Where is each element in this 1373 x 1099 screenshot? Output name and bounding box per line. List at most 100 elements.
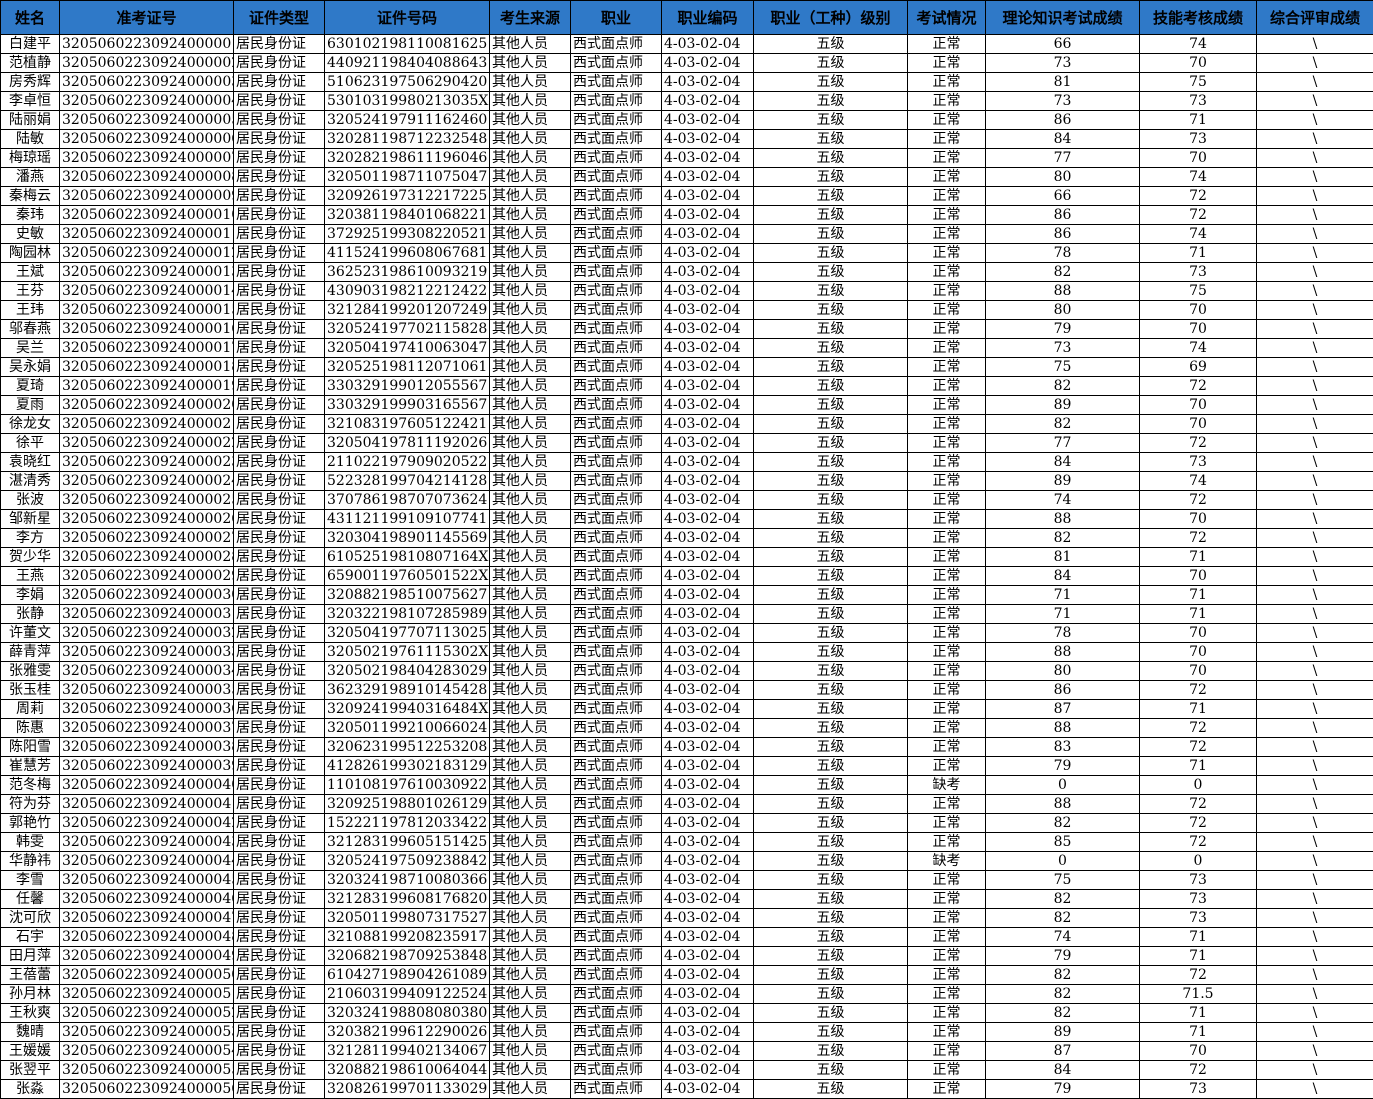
cell-id-no[interactable]: 320504197811192026 bbox=[325, 434, 490, 453]
cell-occupation-code[interactable]: 4-03-02-04 bbox=[662, 605, 754, 624]
cell-theory-score[interactable]: 71 bbox=[986, 586, 1140, 605]
cell-review-score[interactable]: \ bbox=[1257, 263, 1373, 282]
cell-source[interactable]: 其他人员 bbox=[490, 909, 571, 928]
cell-name[interactable]: 徐平 bbox=[1, 434, 60, 453]
cell-source[interactable]: 其他人员 bbox=[490, 339, 571, 358]
cell-id-type[interactable]: 居民身份证 bbox=[234, 1004, 325, 1023]
cell-id-type[interactable]: 居民身份证 bbox=[234, 548, 325, 567]
cell-review-score[interactable]: \ bbox=[1257, 472, 1373, 491]
cell-level[interactable]: 五级 bbox=[754, 643, 908, 662]
cell-level[interactable]: 五级 bbox=[754, 795, 908, 814]
cell-occupation-code[interactable]: 4-03-02-04 bbox=[662, 966, 754, 985]
cell-skill-score[interactable]: 70 bbox=[1140, 54, 1257, 73]
cell-review-score[interactable]: \ bbox=[1257, 168, 1373, 187]
cell-theory-score[interactable]: 88 bbox=[986, 643, 1140, 662]
cell-status[interactable]: 正常 bbox=[908, 206, 986, 225]
cell-source[interactable]: 其他人员 bbox=[490, 415, 571, 434]
cell-id-no[interactable]: 320381198401068221 bbox=[325, 206, 490, 225]
cell-theory-score[interactable]: 75 bbox=[986, 358, 1140, 377]
cell-level[interactable]: 五级 bbox=[754, 548, 908, 567]
cell-review-score[interactable]: \ bbox=[1257, 871, 1373, 890]
cell-review-score[interactable]: \ bbox=[1257, 776, 1373, 795]
cell-status[interactable]: 正常 bbox=[908, 434, 986, 453]
cell-occupation[interactable]: 西式面点师 bbox=[571, 225, 662, 244]
cell-skill-score[interactable]: 73 bbox=[1140, 909, 1257, 928]
cell-ticket-no[interactable]: 32050602230924000026 bbox=[60, 510, 234, 529]
cell-name[interactable]: 魏晴 bbox=[1, 1023, 60, 1042]
cell-occupation-code[interactable]: 4-03-02-04 bbox=[662, 187, 754, 206]
cell-id-type[interactable]: 居民身份证 bbox=[234, 947, 325, 966]
cell-name[interactable]: 袁晓红 bbox=[1, 453, 60, 472]
cell-source[interactable]: 其他人员 bbox=[490, 795, 571, 814]
cell-id-no[interactable]: 362329198910145428 bbox=[325, 681, 490, 700]
cell-status[interactable]: 正常 bbox=[908, 1004, 986, 1023]
cell-status[interactable]: 正常 bbox=[908, 130, 986, 149]
cell-occupation[interactable]: 西式面点师 bbox=[571, 301, 662, 320]
cell-status[interactable]: 正常 bbox=[908, 548, 986, 567]
cell-ticket-no[interactable]: 32050602230924000051 bbox=[60, 985, 234, 1004]
cell-ticket-no[interactable]: 32050602230924000033 bbox=[60, 643, 234, 662]
cell-review-score[interactable]: \ bbox=[1257, 890, 1373, 909]
cell-occupation-code[interactable]: 4-03-02-04 bbox=[662, 263, 754, 282]
cell-theory-score[interactable]: 80 bbox=[986, 168, 1140, 187]
cell-id-no[interactable]: 320524197911162460 bbox=[325, 111, 490, 130]
cell-name[interactable]: 孙月林 bbox=[1, 985, 60, 1004]
cell-id-no[interactable]: 321088199208235917 bbox=[325, 928, 490, 947]
cell-skill-score[interactable]: 73 bbox=[1140, 92, 1257, 111]
cell-name[interactable]: 华静祎 bbox=[1, 852, 60, 871]
cell-source[interactable]: 其他人员 bbox=[490, 1023, 571, 1042]
cell-level[interactable]: 五级 bbox=[754, 757, 908, 776]
cell-id-no[interactable]: 320882198510075627 bbox=[325, 586, 490, 605]
cell-occupation[interactable]: 西式面点师 bbox=[571, 719, 662, 738]
cell-occupation[interactable]: 西式面点师 bbox=[571, 206, 662, 225]
cell-ticket-no[interactable]: 32050602230924000043 bbox=[60, 833, 234, 852]
cell-skill-score[interactable]: 72 bbox=[1140, 1061, 1257, 1080]
cell-skill-score[interactable]: 72 bbox=[1140, 814, 1257, 833]
cell-occupation[interactable]: 西式面点师 bbox=[571, 852, 662, 871]
cell-source[interactable]: 其他人员 bbox=[490, 1042, 571, 1061]
cell-skill-score[interactable]: 73 bbox=[1140, 263, 1257, 282]
cell-ticket-no[interactable]: 32050602230924000023 bbox=[60, 453, 234, 472]
cell-skill-score[interactable]: 74 bbox=[1140, 225, 1257, 244]
cell-name[interactable]: 王芬 bbox=[1, 282, 60, 301]
cell-ticket-no[interactable]: 32050602230924000053 bbox=[60, 1023, 234, 1042]
cell-status[interactable]: 正常 bbox=[908, 358, 986, 377]
cell-occupation-code[interactable]: 4-03-02-04 bbox=[662, 700, 754, 719]
cell-status[interactable]: 正常 bbox=[908, 187, 986, 206]
cell-ticket-no[interactable]: 32050602230924000003 bbox=[60, 73, 234, 92]
cell-status[interactable]: 正常 bbox=[908, 567, 986, 586]
cell-ticket-no[interactable]: 32050602230924000014 bbox=[60, 282, 234, 301]
cell-ticket-no[interactable]: 32050602230924000016 bbox=[60, 320, 234, 339]
cell-id-type[interactable]: 居民身份证 bbox=[234, 187, 325, 206]
cell-status[interactable]: 正常 bbox=[908, 966, 986, 985]
cell-skill-score[interactable]: 70 bbox=[1140, 567, 1257, 586]
cell-occupation[interactable]: 西式面点师 bbox=[571, 985, 662, 1004]
cell-id-type[interactable]: 居民身份证 bbox=[234, 757, 325, 776]
cell-ticket-no[interactable]: 32050602230924000030 bbox=[60, 586, 234, 605]
cell-occupation[interactable]: 西式面点师 bbox=[571, 149, 662, 168]
cell-occupation-code[interactable]: 4-03-02-04 bbox=[662, 681, 754, 700]
cell-review-score[interactable]: \ bbox=[1257, 149, 1373, 168]
cell-status[interactable]: 正常 bbox=[908, 681, 986, 700]
cell-status[interactable]: 正常 bbox=[908, 510, 986, 529]
cell-level[interactable]: 五级 bbox=[754, 130, 908, 149]
cell-source[interactable]: 其他人员 bbox=[490, 491, 571, 510]
cell-id-type[interactable]: 居民身份证 bbox=[234, 244, 325, 263]
cell-theory-score[interactable]: 88 bbox=[986, 795, 1140, 814]
cell-occupation-code[interactable]: 4-03-02-04 bbox=[662, 909, 754, 928]
cell-theory-score[interactable]: 82 bbox=[986, 985, 1140, 1004]
cell-review-score[interactable]: \ bbox=[1257, 757, 1373, 776]
cell-theory-score[interactable]: 66 bbox=[986, 187, 1140, 206]
cell-skill-score[interactable]: 70 bbox=[1140, 643, 1257, 662]
cell-occupation[interactable]: 西式面点师 bbox=[571, 1042, 662, 1061]
cell-review-score[interactable]: \ bbox=[1257, 662, 1373, 681]
cell-occupation[interactable]: 西式面点师 bbox=[571, 54, 662, 73]
cell-theory-score[interactable]: 89 bbox=[986, 396, 1140, 415]
cell-occupation[interactable]: 西式面点师 bbox=[571, 73, 662, 92]
cell-name[interactable]: 白建平 bbox=[1, 35, 60, 54]
cell-theory-score[interactable]: 74 bbox=[986, 491, 1140, 510]
cell-id-type[interactable]: 居民身份证 bbox=[234, 700, 325, 719]
cell-ticket-no[interactable]: 32050602230924000054 bbox=[60, 1042, 234, 1061]
cell-occupation[interactable]: 西式面点师 bbox=[571, 244, 662, 263]
cell-source[interactable]: 其他人员 bbox=[490, 92, 571, 111]
